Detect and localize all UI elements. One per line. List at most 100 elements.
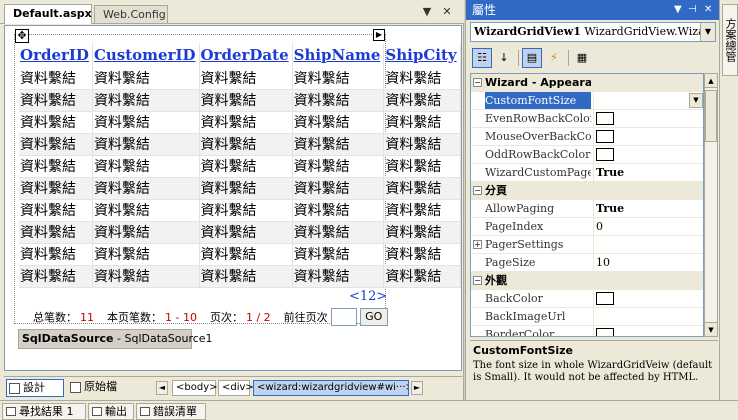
property-row[interactable]: OddRowBackColor — [471, 146, 703, 164]
source-view-button[interactable]: 原始檔 — [68, 379, 132, 397]
table-row: 資料繫結 資料繫結 資料繫結 資料繫結 資料繫結 — [19, 111, 461, 134]
tab-web-config[interactable]: Web.Config — [94, 5, 168, 23]
property-name: PageSize — [485, 256, 536, 269]
property-category[interactable]: − 分頁 — [471, 182, 703, 200]
property-category[interactable]: −Wizard - Appearance — [471, 74, 703, 92]
wizard-grid-view-control[interactable]: ✥ ▶ OrderID CustomerID OrderDate ShipName Sh… — [14, 29, 461, 326]
tag-crumb-div[interactable]: <div> — [218, 380, 254, 396]
find-results-tab[interactable]: 尋找結果 1 — [2, 403, 86, 420]
property-value[interactable] — [593, 290, 703, 307]
find-results-icon — [6, 407, 16, 416]
alphabetical-icon[interactable]: ↓ — [494, 48, 514, 68]
property-category[interactable]: − 外觀 — [471, 272, 703, 290]
property-value[interactable] — [593, 308, 703, 325]
window-list-dropdown-icon[interactable]: ▼ — [420, 5, 434, 19]
property-name: 外觀 — [485, 274, 507, 287]
property-row[interactable]: BackImageUrl — [471, 308, 703, 326]
object-selector-chevron-icon[interactable]: ▼ — [700, 23, 715, 41]
property-value[interactable] — [593, 236, 703, 253]
property-value[interactable]: True — [593, 200, 703, 217]
panel-dropdown-icon[interactable]: ▼ — [674, 3, 682, 17]
error-list-tab[interactable]: 錯誤清單 — [136, 403, 206, 420]
go-button[interactable]: GO — [359, 308, 388, 326]
property-row[interactable]: WizardCustomPager True — [471, 164, 703, 182]
grid-column-header[interactable]: ShipName — [292, 43, 385, 67]
grid-column-header[interactable]: ShipCity — [383, 43, 461, 67]
view-bar: 設計 原始檔 ◄ <body> <div> <wizard:wizardgrid… — [4, 376, 462, 398]
pager-total-label: 总笔数： — [33, 311, 77, 324]
collapse-icon[interactable]: − — [473, 78, 482, 87]
scroll-thumb[interactable] — [705, 90, 717, 142]
object-selector[interactable]: WizardGridView1 WizardGridView.WizardG ▼ — [470, 22, 716, 42]
property-value-text: 0 — [596, 220, 603, 233]
move-handle-icon[interactable]: ✥ — [15, 29, 29, 43]
sqldatasource-type: SqlDataSource — [22, 332, 114, 345]
tag-crumb-body[interactable]: <body> — [172, 380, 218, 396]
categorized-icon[interactable]: ☷ — [472, 48, 492, 68]
design-view-button[interactable]: 設計 — [6, 379, 64, 397]
grid-cell: 資料繫結 — [292, 155, 385, 178]
smart-tag-icon[interactable]: ▶ — [373, 29, 385, 41]
property-name: MouseOverBackColor — [485, 130, 591, 143]
grid-cell: 資料繫結 — [292, 177, 385, 200]
property-value[interactable]: True — [593, 164, 703, 181]
grid-cell: 資料繫結 — [199, 221, 293, 244]
tab-default-aspx[interactable]: Default.aspx — [4, 4, 92, 24]
expand-icon[interactable]: + — [473, 240, 482, 249]
goto-page-input[interactable] — [330, 308, 357, 326]
property-row[interactable]: CustomFontSize ▼ — [471, 92, 703, 110]
property-value[interactable] — [593, 128, 703, 145]
property-row[interactable]: AllowPaging True — [471, 200, 703, 218]
design-surface[interactable]: ✥ ▶ OrderID CustomerID OrderDate ShipName Sh… — [4, 25, 462, 371]
grid-column-header[interactable]: OrderID — [19, 43, 93, 67]
object-type: WizardGridView.WizardG — [584, 25, 716, 38]
property-row[interactable]: + PagerSettings — [471, 236, 703, 254]
sqldatasource-control[interactable]: SqlDataSource - SqlDataSource1 — [18, 329, 213, 349]
value-dropdown-icon[interactable]: ▼ — [689, 93, 703, 108]
property-value[interactable] — [593, 110, 703, 127]
grid-body: 資料繫結 資料繫結 資料繫結 資料繫結 資料繫結 資料繫結 資料繫結 資料繫結 資料繫結 資料繫結… — [19, 67, 461, 288]
grid-cell: 資料繫結 — [292, 133, 385, 156]
collapse-icon[interactable]: − — [473, 276, 482, 285]
solution-explorer-tab[interactable]: 方案總管 — [722, 4, 738, 76]
tag-crumb-wizardgridview[interactable]: <wizard:wizardgridview#wi···> — [253, 380, 409, 396]
property-row[interactable]: PageIndex 0 — [471, 218, 703, 236]
property-name: 分頁 — [485, 184, 507, 197]
property-value[interactable]: 10 — [593, 254, 703, 271]
property-value[interactable] — [593, 326, 703, 336]
events-lightning-icon[interactable]: ⚡ — [544, 48, 564, 68]
properties-view-icon[interactable]: ▤ — [522, 48, 542, 68]
property-value[interactable] — [593, 146, 703, 163]
output-tab[interactable]: 輸出 — [88, 403, 134, 420]
pager-page-value: 1 / 2 — [245, 310, 271, 324]
property-value[interactable]: ▼ — [593, 92, 703, 109]
close-panel-icon[interactable]: ✕ — [704, 3, 712, 17]
pager-page-links[interactable]: <12> — [349, 289, 387, 304]
property-value[interactable]: 0 — [593, 218, 703, 235]
close-document-icon[interactable]: ✕ — [440, 5, 454, 19]
grid-header-row: OrderID CustomerID OrderDate ShipName ShipCi… — [19, 43, 461, 67]
property-row[interactable]: PageSize 10 — [471, 254, 703, 272]
property-row[interactable]: BorderColor — [471, 326, 703, 336]
property-row[interactable]: MouseOverBackColor — [471, 128, 703, 146]
grid-column-header[interactable]: CustomerID — [92, 43, 200, 67]
scroll-down-icon[interactable]: ▼ — [705, 322, 717, 336]
grid-cell: 資料繫結 — [92, 177, 200, 200]
property-pages-icon[interactable]: ▦ — [572, 48, 592, 68]
toolbar-divider — [568, 50, 569, 66]
grid-column-header[interactable]: OrderDate — [199, 43, 293, 67]
auto-hide-pin-icon[interactable]: ⊣ — [688, 3, 697, 17]
grid-cell: 資料繫結 — [292, 265, 385, 288]
tag-scroll-right-icon[interactable]: ► — [411, 381, 423, 395]
collapse-icon[interactable]: − — [473, 186, 482, 195]
tag-scroll-left-icon[interactable]: ◄ — [156, 381, 168, 395]
property-grid[interactable]: −Wizard - AppearanceCustomFontSize▼EvenR… — [470, 73, 704, 337]
property-row[interactable]: EvenRowBackColor — [471, 110, 703, 128]
property-name: PagerSettings — [485, 238, 564, 251]
grid-cell: 資料繫結 — [199, 265, 293, 288]
property-grid-scrollbar[interactable]: ▲ ▼ — [704, 73, 718, 337]
grid-cell: 資料繫結 — [199, 89, 293, 112]
scroll-up-icon[interactable]: ▲ — [705, 74, 717, 88]
property-row[interactable]: BackColor — [471, 290, 703, 308]
grid-cell: 資料繫結 — [19, 221, 93, 244]
